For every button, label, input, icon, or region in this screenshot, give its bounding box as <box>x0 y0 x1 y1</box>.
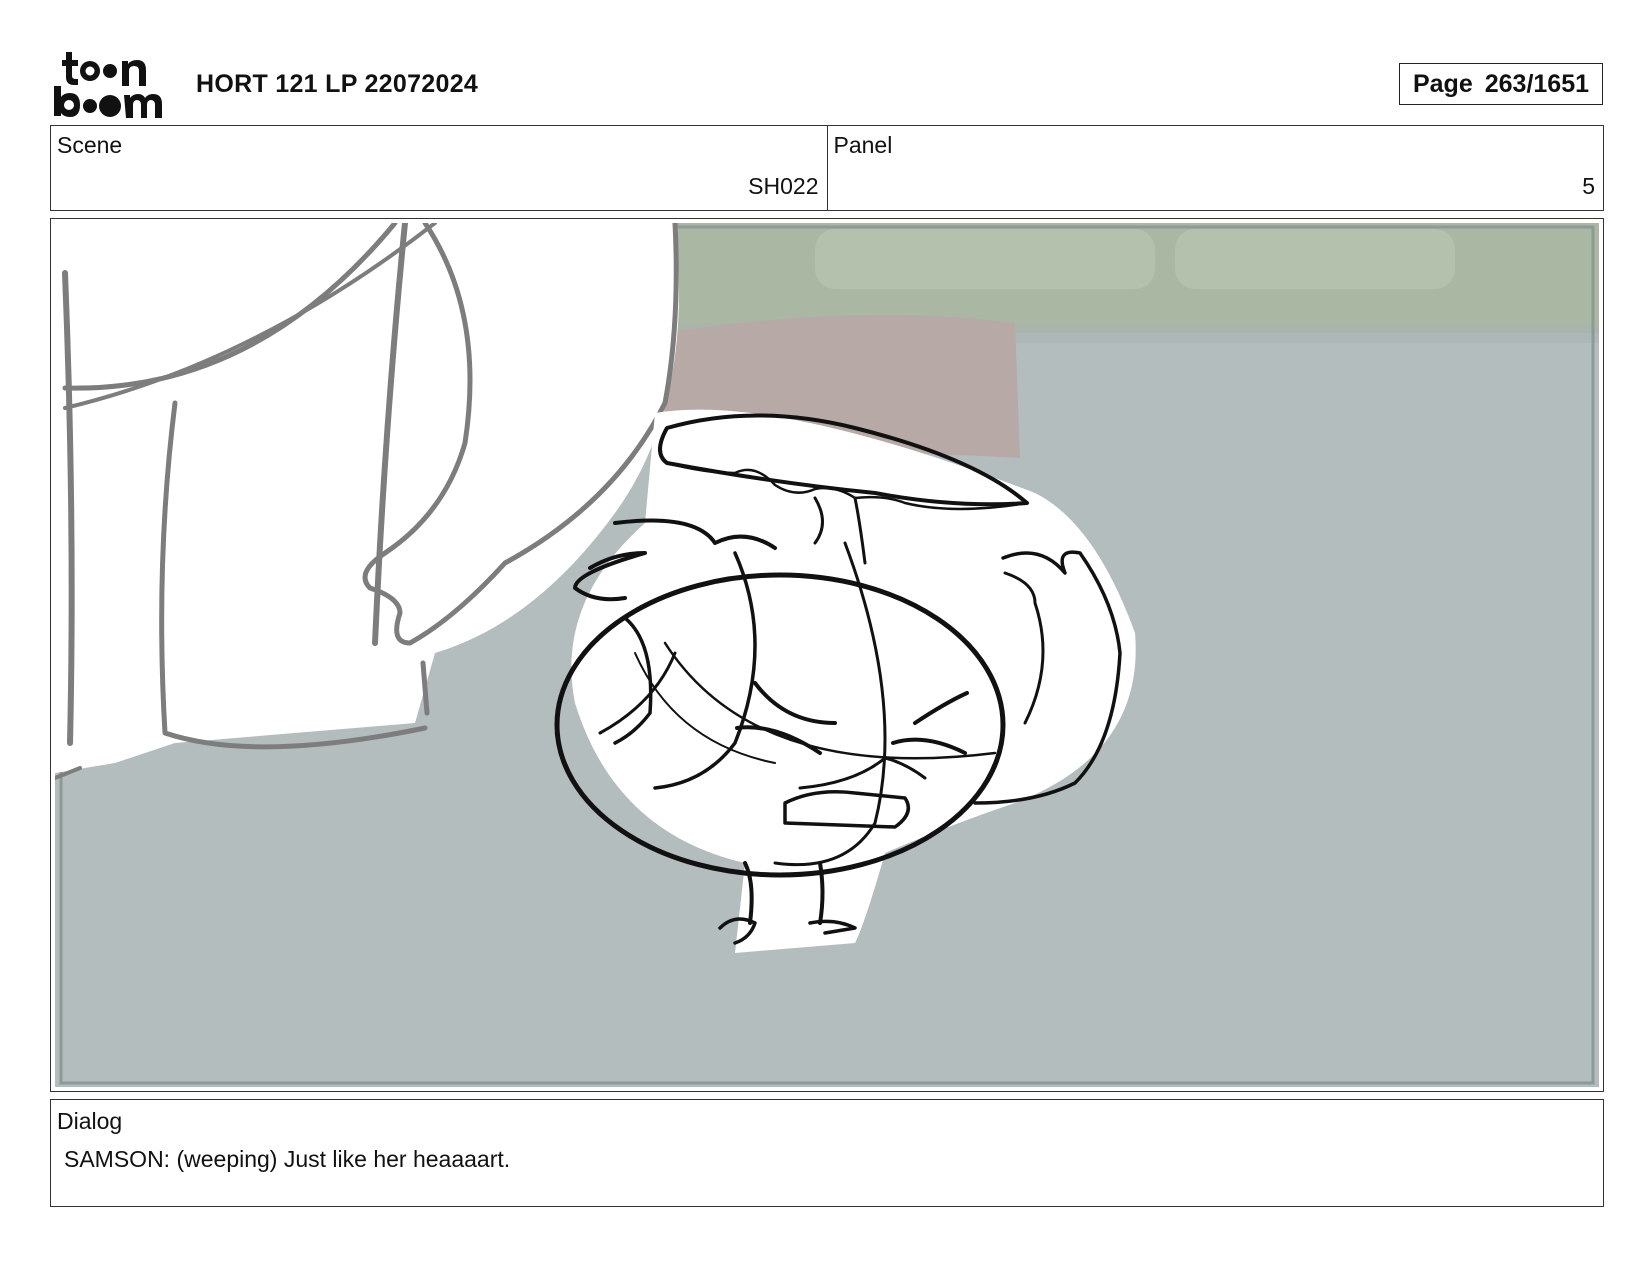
dialog-label: Dialog <box>57 1108 123 1134</box>
scene-value: SH022 <box>748 173 819 199</box>
dialog-box: Dialog SAMSON: (weeping) Just like her h… <box>50 1099 1604 1207</box>
scene-label: Scene <box>57 132 123 158</box>
document-title: HORT 121 LP 22072024 <box>196 70 479 98</box>
panel-label: Panel <box>833 132 893 158</box>
scene-panel-row: Scene SH022 Panel 5 <box>50 125 1604 211</box>
panel-cell: Panel 5 <box>826 126 1604 210</box>
page-number: 263/1651 <box>1484 69 1590 98</box>
panel-value: 5 <box>1582 173 1595 199</box>
storyboard-panel <box>50 218 1604 1092</box>
toonboom-logo <box>52 50 170 118</box>
page-indicator: Page 263/1651 <box>1399 63 1603 105</box>
dialog-text: SAMSON: (weeping) Just like her heaaaart… <box>64 1146 511 1172</box>
scene-cell: Scene SH022 <box>51 126 827 210</box>
storyboard-sketch <box>55 223 1599 1087</box>
page-label: Page <box>1412 69 1473 98</box>
toonboom-logo-icon <box>54 52 162 118</box>
